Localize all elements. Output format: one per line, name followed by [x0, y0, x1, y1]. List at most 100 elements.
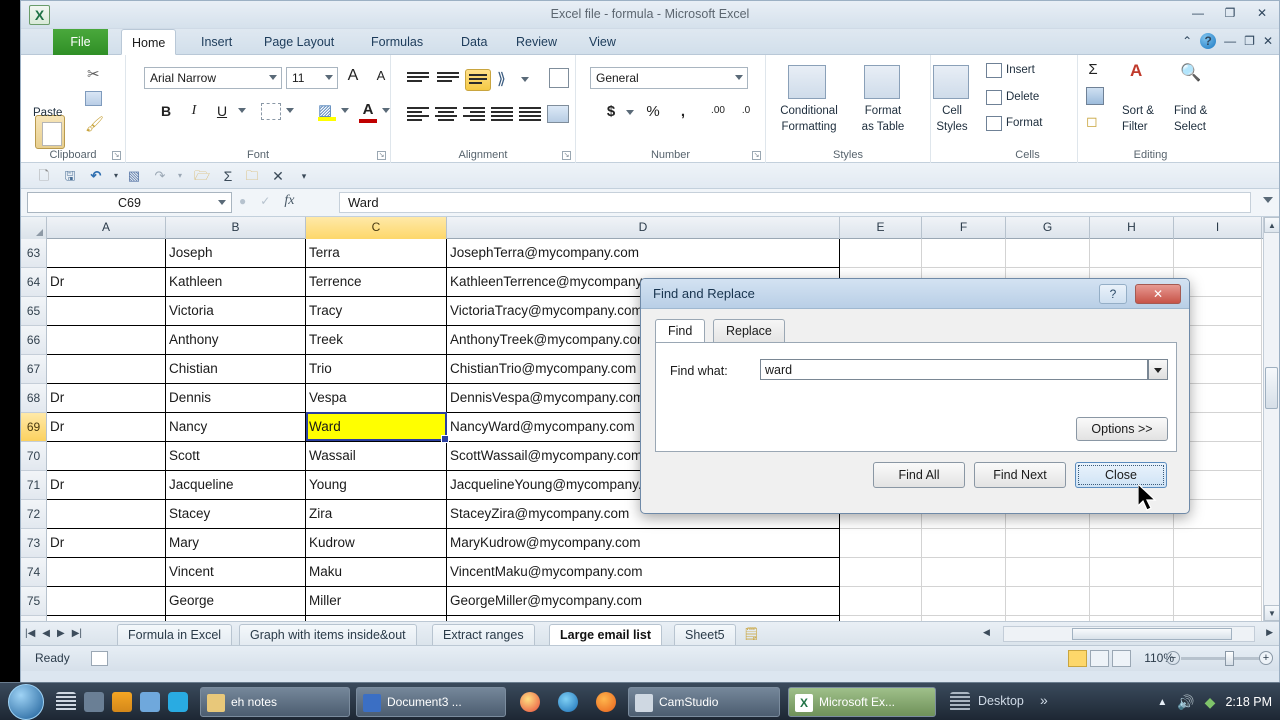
cell-col-c[interactable]: Maku — [306, 558, 447, 587]
redo-icon[interactable]: ↷ — [151, 167, 169, 185]
show-hidden-icons[interactable]: ▲ — [1157, 697, 1167, 708]
format-painter-icon[interactable]: 🖌 — [85, 115, 104, 133]
chevron-down-icon[interactable] — [325, 75, 333, 80]
cut-icon[interactable]: ✂ — [87, 65, 100, 83]
scroll-left-icon[interactable]: ◀ — [983, 627, 990, 638]
cell-col-b[interactable]: Victoria — [166, 297, 306, 326]
cell-col-i[interactable] — [1174, 558, 1262, 587]
prev-sheet-icon[interactable]: ◀ — [42, 625, 50, 642]
column-header-b[interactable]: B — [166, 217, 306, 239]
percent-icon[interactable]: % — [644, 103, 662, 120]
column-header-e[interactable]: E — [840, 217, 922, 239]
zoom-slider-thumb[interactable] — [1225, 651, 1234, 666]
decrease-indent-icon[interactable] — [491, 107, 513, 123]
open-icon[interactable]: 🗁 — [193, 167, 211, 185]
cell-col-c[interactable]: Tracy — [306, 297, 447, 326]
column-header-g[interactable]: G — [1006, 217, 1090, 239]
cell-col-a[interactable]: Dr — [47, 268, 166, 297]
cell-col-b[interactable]: Jacqueline — [166, 471, 306, 500]
sheet-tab-extract-ranges[interactable]: Extract ranges — [432, 624, 535, 646]
conditional-formatting-icon[interactable] — [788, 65, 826, 99]
tab-file[interactable]: File — [53, 29, 108, 55]
font-color-dropdown-icon[interactable] — [382, 108, 390, 113]
select-all-corner[interactable] — [21, 217, 47, 239]
skype-icon[interactable] — [168, 692, 188, 712]
cell-col-b[interactable]: Anthony — [166, 326, 306, 355]
column-header-f[interactable]: F — [922, 217, 1006, 239]
align-top-icon[interactable] — [407, 72, 429, 84]
comma-style-icon[interactable]: , — [674, 103, 692, 120]
cell-col-b[interactable]: George — [166, 587, 306, 616]
help-icon[interactable]: ? — [1200, 33, 1217, 49]
tab-page-layout[interactable]: Page Layout — [254, 29, 344, 55]
delete-cells-icon[interactable] — [986, 90, 1002, 105]
folder-icon[interactable]: 🗀 — [243, 167, 261, 185]
cell-col-g[interactable] — [1006, 558, 1090, 587]
name-box[interactable]: C69 — [27, 192, 232, 213]
cell-col-d[interactable]: GeorgeMiller@mycompany.com — [447, 587, 840, 616]
cancel-icon[interactable]: ● — [239, 194, 246, 208]
cell-col-c[interactable]: Kudrow — [306, 529, 447, 558]
orientation-dropdown-icon[interactable] — [521, 77, 529, 82]
insert-cells-icon[interactable] — [986, 63, 1002, 78]
customize-icon[interactable]: ▾ — [295, 167, 313, 185]
font-family-input[interactable]: Arial Narrow — [144, 67, 282, 89]
show-desktop-icon[interactable] — [56, 692, 76, 712]
cell-col-a[interactable] — [47, 355, 166, 384]
insert-function-icon[interactable]: fx — [284, 193, 294, 209]
currency-dropdown-icon[interactable] — [626, 110, 634, 115]
taskbar-overflow-icon[interactable]: » — [1040, 692, 1048, 708]
minimize-icon[interactable]: — — [1187, 4, 1209, 22]
row-header-71[interactable]: 71 — [21, 471, 47, 500]
align-center-icon[interactable] — [435, 107, 457, 123]
alignment-dialog-launcher[interactable]: ↘ — [562, 151, 571, 160]
row-header-72[interactable]: 72 — [21, 500, 47, 529]
row-header-67[interactable]: 67 — [21, 355, 47, 384]
dialog-help-icon[interactable]: ? — [1099, 284, 1127, 304]
cell-col-a[interactable] — [47, 442, 166, 471]
undo-icon[interactable]: ↶ — [87, 167, 105, 185]
sheet-tab-large-email-list[interactable]: Large email list — [549, 624, 663, 646]
row-header-70[interactable]: 70 — [21, 442, 47, 471]
column-header-a[interactable]: A — [47, 217, 166, 239]
cell-col-b[interactable]: Chistian — [166, 355, 306, 384]
fill-down-icon[interactable] — [1086, 87, 1104, 105]
enter-icon[interactable]: ✓ — [260, 194, 270, 208]
find-next-button[interactable]: Find Next — [974, 462, 1066, 488]
windows-start-button[interactable] — [8, 684, 44, 720]
taskbar-item-eh-notes[interactable]: eh notes — [200, 687, 350, 717]
cell-col-a[interactable]: Dr — [47, 413, 166, 442]
app-icon-3[interactable] — [140, 692, 160, 712]
normal-view-icon[interactable] — [1068, 650, 1087, 667]
italic-button[interactable]: I — [184, 103, 204, 119]
cell-col-b[interactable]: Scott — [166, 442, 306, 471]
autosum-icon[interactable]: Σ — [219, 167, 237, 185]
cell-col-c[interactable]: Miller — [306, 587, 447, 616]
save-icon[interactable]: 🖫 — [61, 167, 79, 185]
cell-col-b[interactable]: Dennis — [166, 384, 306, 413]
find-what-input[interactable]: ward — [760, 359, 1148, 380]
dialog-tab-find[interactable]: Find — [655, 319, 706, 343]
cell-col-a[interactable] — [47, 587, 166, 616]
increase-decimal-icon[interactable]: .00 — [706, 105, 730, 116]
options-button[interactable]: Options >> — [1076, 417, 1168, 441]
row-header-68[interactable]: 68 — [21, 384, 47, 413]
horizontal-scrollbar[interactable]: ◀ ▶ — [979, 624, 1279, 644]
desktop-label[interactable]: Desktop — [978, 694, 1024, 708]
cell-col-c[interactable]: Young — [306, 471, 447, 500]
cell-col-e[interactable] — [840, 587, 922, 616]
cell-col-f[interactable] — [922, 558, 1006, 587]
cell-col-h[interactable] — [1090, 587, 1174, 616]
first-sheet-icon[interactable]: |◀ — [25, 625, 35, 642]
cell-col-b[interactable]: Nancy — [166, 413, 306, 442]
borders-icon[interactable] — [261, 103, 281, 120]
column-header-i[interactable]: I — [1174, 217, 1262, 239]
wrap-text-icon[interactable] — [549, 68, 569, 88]
autosum-icon[interactable]: Σ — [1084, 61, 1102, 78]
firefox-icon[interactable] — [596, 692, 616, 712]
column-header-c[interactable]: C — [306, 217, 447, 239]
zoom-in-button[interactable]: + — [1259, 651, 1273, 665]
desktop-grid-icon[interactable] — [950, 692, 970, 712]
app-icon-1[interactable] — [84, 692, 104, 712]
font-dialog-launcher[interactable]: ↘ — [377, 151, 386, 160]
